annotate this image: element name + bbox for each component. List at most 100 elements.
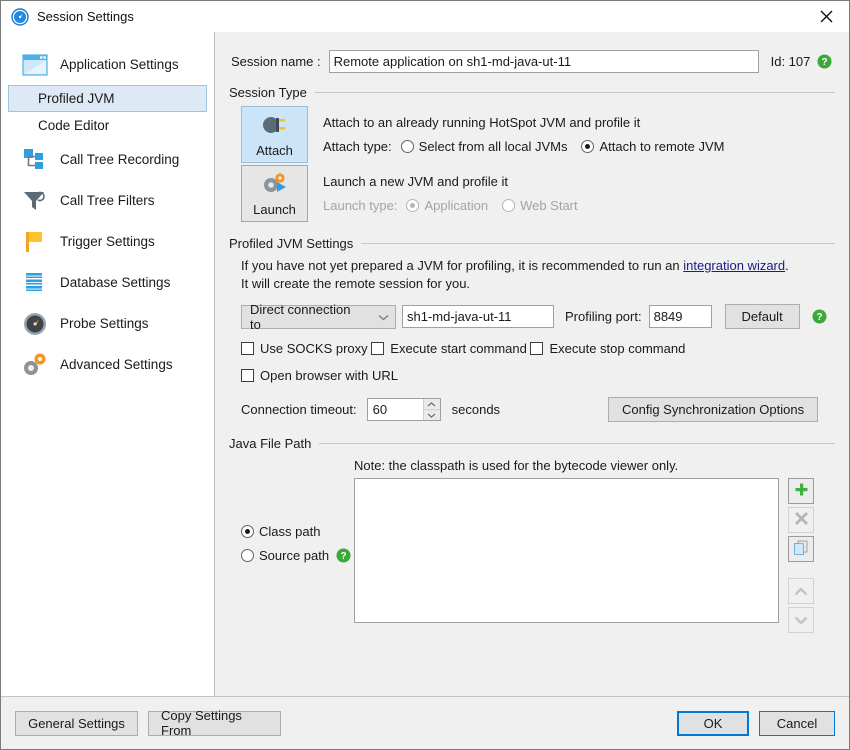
radio-dot (241, 525, 254, 538)
cancel-label: Cancel (777, 716, 817, 731)
classpath-note: Note: the classpath is used for the byte… (354, 458, 835, 473)
session-name-input[interactable]: Remote application on sh1-md-java-ut-11 (329, 50, 759, 73)
attach-mode-label: Attach (256, 143, 293, 158)
move-path-down-button (788, 607, 814, 633)
general-settings-label: General Settings (28, 716, 125, 731)
java-file-path-group: Java File Path Class path Sourc (229, 436, 835, 633)
checkbox-box (371, 342, 384, 355)
profiling-port-value: 8849 (654, 309, 683, 324)
svg-text:?: ? (816, 312, 822, 323)
help-icon[interactable]: ? (812, 309, 827, 324)
integration-wizard-link[interactable]: integration wizard (683, 258, 785, 273)
sidebar-item-code-editor[interactable]: Code Editor (8, 112, 207, 139)
connection-timeout-value: 60 (368, 399, 423, 420)
copy-settings-from-label: Copy Settings From (161, 708, 268, 738)
move-path-up-button (788, 578, 814, 604)
sidebar-item-application-settings[interactable]: Application Settings (8, 44, 207, 85)
sidebar-item-database-settings[interactable]: Database Settings (8, 262, 207, 303)
stepper-arrows (423, 399, 440, 420)
sidebar-item-trigger-settings[interactable]: Trigger Settings (8, 221, 207, 262)
funnel-icon (20, 189, 50, 213)
sidebar-item-call-tree-filters[interactable]: Call Tree Filters (8, 180, 207, 221)
connection-type-value: Direct connection to (250, 302, 364, 332)
radio-attach-remote-jvm[interactable]: Attach to remote JVM (581, 139, 724, 154)
session-settings-dialog: Session Settings (0, 0, 850, 750)
connection-timeout-units: seconds (452, 402, 500, 417)
sidebar-item-probe-settings[interactable]: Probe Settings (8, 303, 207, 344)
attach-mode-button[interactable]: Attach (241, 106, 308, 163)
config-sync-label: Config Synchronization Options (622, 402, 804, 417)
general-settings-button[interactable]: General Settings (15, 711, 138, 736)
radio-launch-application: Application (406, 198, 488, 213)
sidebar-item-advanced-settings[interactable]: Advanced Settings (8, 344, 207, 385)
radio-select-local-jvm[interactable]: Select from all local JVMs (401, 139, 568, 154)
profiling-port-label: Profiling port: (565, 309, 642, 324)
path-listbox[interactable] (354, 478, 779, 623)
sidebar-item-label: Code Editor (38, 118, 109, 133)
session-id-label: Id: 107 (771, 54, 811, 69)
checkbox-use-socks-proxy[interactable]: Use SOCKS proxy (241, 341, 368, 356)
connection-timeout-stepper[interactable]: 60 (367, 398, 441, 421)
stepper-down-icon[interactable] (424, 409, 440, 420)
checkbox-execute-stop-command[interactable]: Execute stop command (530, 341, 685, 356)
path-list-block: Note: the classpath is used for the byte… (354, 458, 835, 633)
title-bar: Session Settings (1, 1, 849, 32)
stepper-up-icon[interactable] (424, 399, 440, 409)
plug-icon (260, 107, 290, 143)
java-file-path-body: Class path Source path ? (229, 451, 835, 633)
checkbox-box (530, 342, 543, 355)
attach-description: Attach to an already running HotSpot JVM… (323, 115, 724, 130)
radio-dot (241, 549, 254, 562)
close-button[interactable] (803, 1, 849, 32)
help-icon[interactable]: ? (817, 54, 832, 69)
default-port-button[interactable]: Default (725, 304, 800, 329)
session-name-row: Session name : Remote application on sh1… (231, 50, 835, 73)
settings-sidebar: Application Settings Profiled JVM Code E… (1, 32, 215, 696)
session-type-header: Session Type (229, 85, 835, 100)
connection-timeout-row: Connection timeout: 60 (241, 397, 835, 422)
launch-text-block: Launch a new JVM and profile it Launch t… (323, 174, 578, 213)
divider (361, 243, 835, 244)
remove-path-button (788, 507, 814, 533)
ok-button[interactable]: OK (677, 711, 749, 736)
chevron-down-icon (378, 309, 389, 324)
session-name-label: Session name : (231, 54, 321, 69)
sidebar-item-label: Advanced Settings (60, 357, 173, 372)
help-icon[interactable]: ? (336, 548, 351, 563)
copy-settings-from-button[interactable]: Copy Settings From (148, 711, 281, 736)
radio-label: Web Start (520, 198, 578, 213)
checkbox-label: Execute start command (390, 341, 527, 356)
config-synchronization-options-button[interactable]: Config Synchronization Options (608, 397, 818, 422)
launch-mode-button[interactable]: Launch (241, 165, 308, 222)
checkbox-label: Use SOCKS proxy (260, 341, 368, 356)
attach-row: Attach Attach to an already running HotS… (241, 106, 835, 163)
checkbox-execute-start-command[interactable]: Execute start command (371, 341, 527, 356)
add-path-button[interactable] (788, 478, 814, 504)
dialog-footer: General Settings Copy Settings From OK C… (1, 696, 849, 749)
radio-launch-web-start: Web Start (502, 198, 578, 213)
connection-type-select[interactable]: Direct connection to (241, 305, 396, 329)
launch-type-label: Launch type: (323, 198, 397, 213)
sidebar-item-profiled-jvm[interactable]: Profiled JVM (8, 85, 207, 112)
radio-dot (401, 140, 414, 153)
radio-class-path[interactable]: Class path (241, 524, 320, 539)
profiled-jvm-settings-group: Profiled JVM Settings If you have not ye… (229, 236, 835, 422)
path-list-toolbar (788, 478, 814, 633)
checkbox-open-browser-with-url[interactable]: Open browser with URL (241, 368, 398, 383)
profiling-port-input[interactable]: 8849 (649, 305, 712, 328)
radio-source-path[interactable]: Source path (241, 548, 329, 563)
copy-path-button[interactable] (788, 536, 814, 562)
session-type-title: Session Type (229, 85, 315, 100)
dialog-body: Application Settings Profiled JVM Code E… (1, 32, 849, 696)
sidebar-item-call-tree-recording[interactable]: Call Tree Recording (8, 139, 207, 180)
move-up-icon (794, 584, 808, 599)
host-input[interactable]: sh1-md-java-ut-11 (402, 305, 554, 328)
java-file-path-header: Java File Path (229, 436, 835, 451)
session-name-value: Remote application on sh1-md-java-ut-11 (334, 54, 572, 69)
remove-icon (794, 511, 809, 529)
profiled-jvm-header: Profiled JVM Settings (229, 236, 835, 251)
ok-label: OK (704, 716, 723, 731)
sidebar-item-label: Call Tree Recording (60, 152, 179, 167)
cancel-button[interactable]: Cancel (759, 711, 835, 736)
gauge-dark-icon (20, 311, 50, 337)
